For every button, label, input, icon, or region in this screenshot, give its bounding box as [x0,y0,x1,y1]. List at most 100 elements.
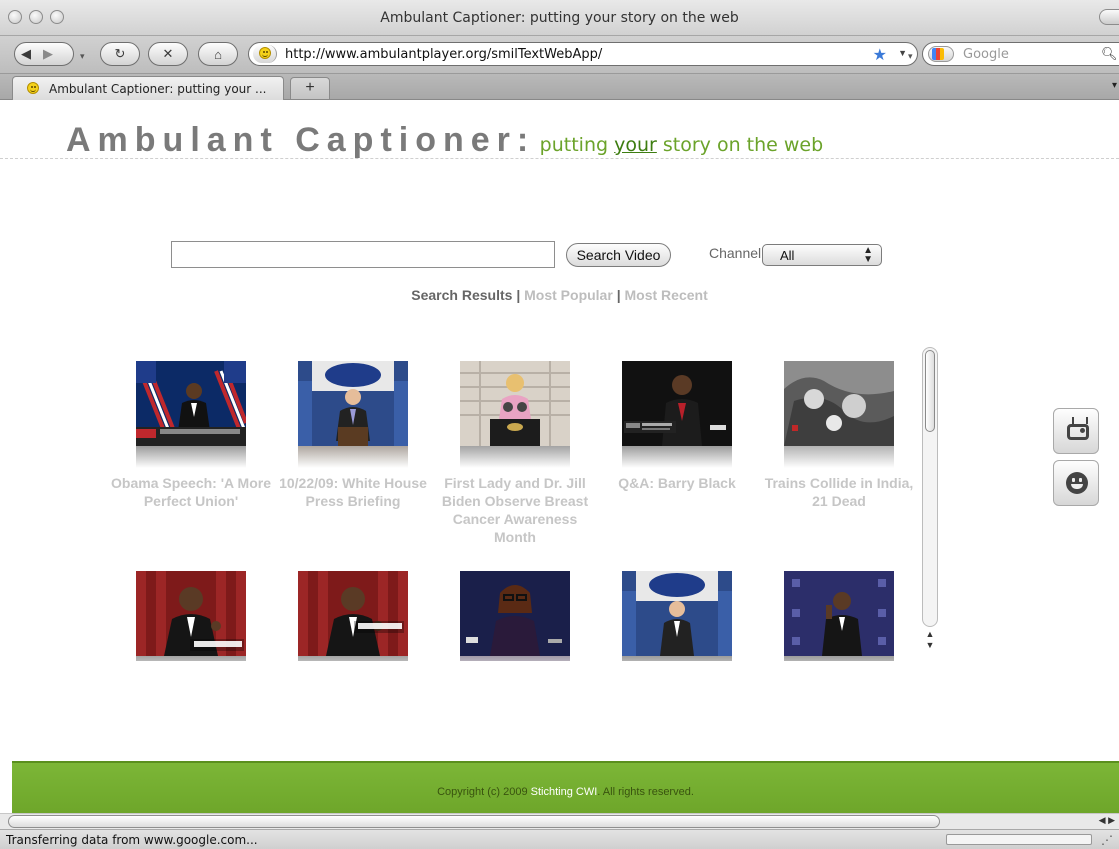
video-thumbnail[interactable] [460,361,570,446]
stichting-cwi-link[interactable]: Stichting CWI [531,786,598,798]
window-titlebar: Ambulant Captioner: putting your story o… [0,0,1119,36]
url-text[interactable]: http://www.ambulantplayer.org/smilTextWe… [285,47,602,62]
video-caption[interactable]: Trains Collide in India, 21 Dead [758,474,920,510]
video-card[interactable] [758,556,920,661]
channel-label: Channel: [709,245,766,261]
filter-separator: | [516,287,521,303]
url-dropdown-icon[interactable]: ▼ [898,48,907,58]
site-title: Ambulant Captioner: [66,121,536,159]
thumbnail-reflection [136,656,246,661]
google-icon [932,48,944,60]
filter-separator: | [616,287,621,303]
video-caption[interactable]: First Lady and Dr. Jill Biden Observe Br… [434,474,596,546]
video-card[interactable]: Obama Speech: 'A More Perfect Union' [110,346,272,556]
scrollbar-thumb[interactable] [925,350,935,432]
copyright-suffix: . All rights reserved. [597,786,694,798]
site-header: Ambulant Captioner: putting your story o… [66,121,823,160]
select-arrows-icon: ▲ ▼ [863,245,873,265]
header-divider [0,158,1119,159]
video-caption[interactable]: Q&A: Barry Black [596,474,758,492]
video-thumbnail[interactable] [784,361,894,446]
search-video-button[interactable]: Search Video [566,243,671,267]
tab-favicon-icon [27,82,39,94]
status-bar: Transferring data from www.google.com...… [0,829,1119,849]
history-dropdown-icon[interactable]: ▾ [80,51,85,62]
stop-button[interactable]: ✕ [148,42,188,66]
plus-icon: + [305,79,315,96]
home-button[interactable]: ⌂ [198,42,238,66]
smiley-icon [1066,472,1088,494]
new-tab-button[interactable]: + [290,77,330,99]
tab-list-icon[interactable]: ▾ [1112,80,1117,91]
address-bar[interactable]: http://www.ambulantplayer.org/smilTextWe… [248,42,918,66]
thumbnail-reflection [460,446,570,468]
forward-icon[interactable]: ▶ [43,46,53,62]
tab-search-results[interactable]: Search Results [411,287,512,303]
video-card[interactable]: Trains Collide in India, 21 Dead [758,346,920,556]
horizontal-scrollbar-thumb[interactable] [8,815,940,828]
smiley-button[interactable] [1053,460,1099,506]
video-search-input[interactable] [171,241,555,268]
video-card[interactable] [272,556,434,661]
toolbar-toggle-button[interactable] [1099,9,1119,25]
video-card[interactable] [110,556,272,661]
reload-button[interactable]: ↻ [100,42,140,66]
tagline-emphasis: your [614,134,657,156]
window-title: Ambulant Captioner: putting your story o… [380,10,739,26]
navigation-toolbar: ◀ ▶ ▾ ↻ ✕ ⌂ http://www.ambulantplayer.or… [0,36,1119,74]
back-icon[interactable]: ◀ [21,46,31,62]
thumbnail-reflection [298,446,408,468]
web-search-box[interactable]: Google 🔍︎ [922,42,1119,66]
channel-select[interactable]: All ▲ ▼ [762,244,882,266]
home-icon: ⌂ [214,46,222,62]
video-thumbnail[interactable] [460,571,570,656]
scroll-down-icon[interactable]: ▼ [922,640,938,651]
video-thumbnail[interactable] [298,571,408,656]
tab-most-recent[interactable]: Most Recent [625,287,708,303]
tab-most-popular[interactable]: Most Popular [524,287,613,303]
thumbnail-reflection [622,446,732,468]
resize-grip-icon[interactable]: ⋰ [1101,833,1113,847]
video-card[interactable] [596,556,758,661]
scroll-left-icon[interactable]: ◀ [1099,815,1106,825]
ambulant-favicon-icon [259,47,271,59]
stop-icon: ✕ [162,46,174,61]
thumbnail-reflection [784,446,894,468]
video-thumbnail[interactable] [622,361,732,446]
video-thumbnail[interactable] [784,571,894,656]
thumbnail-reflection [298,656,408,661]
scrollbar-track[interactable] [922,347,938,627]
scroll-arrows: ▲ ▼ [922,629,938,659]
web-search-placeholder[interactable]: Google [963,47,1009,62]
thumbnail-reflection [460,656,570,661]
thumbnail-reflection [136,446,246,468]
video-thumbnail[interactable] [136,571,246,656]
loading-progress-bar [946,834,1092,845]
video-thumbnail[interactable] [298,361,408,446]
search-engine-selector[interactable] [928,46,954,62]
page-footer: Copyright (c) 2009 Stichting CWI. All ri… [12,761,1119,813]
video-card[interactable]: First Lady and Dr. Jill Biden Observe Br… [434,346,596,556]
video-caption[interactable]: Obama Speech: 'A More Perfect Union' [110,474,272,510]
horizontal-scroll-arrows: ◀ ▶ [1099,815,1115,826]
bookmark-star-icon[interactable]: ★ [873,45,887,65]
site-identity-button[interactable] [253,45,277,63]
scroll-up-icon[interactable]: ▲ [922,629,938,640]
video-card[interactable]: 10/22/09: White House Press Briefing [272,346,434,556]
video-card[interactable] [434,556,596,661]
video-card[interactable]: Q&A: Barry Black [596,346,758,556]
tv-icon [1067,424,1089,440]
video-caption[interactable]: 10/22/09: White House Press Briefing [272,474,434,510]
video-thumbnail[interactable] [136,361,246,446]
video-results-grid: Obama Speech: 'A More Perfect Union' 10/… [110,346,922,661]
channel-selected-value: All [780,248,795,263]
back-forward-buttons: ◀ ▶ [14,42,74,66]
scroll-right-icon[interactable]: ▶ [1108,815,1115,825]
tv-channel-button[interactable] [1053,408,1099,454]
copyright-prefix: Copyright (c) 2009 [437,786,531,798]
horizontal-scrollbar[interactable]: ◀ ▶ [0,813,1119,829]
results-scrollbar[interactable]: ▲ ▼ [922,347,938,659]
magnifier-icon[interactable]: 🔍︎ [1101,46,1118,62]
tab-ambulant-captioner[interactable]: Ambulant Captioner: putting your ... [12,76,284,100]
video-thumbnail[interactable] [622,571,732,656]
